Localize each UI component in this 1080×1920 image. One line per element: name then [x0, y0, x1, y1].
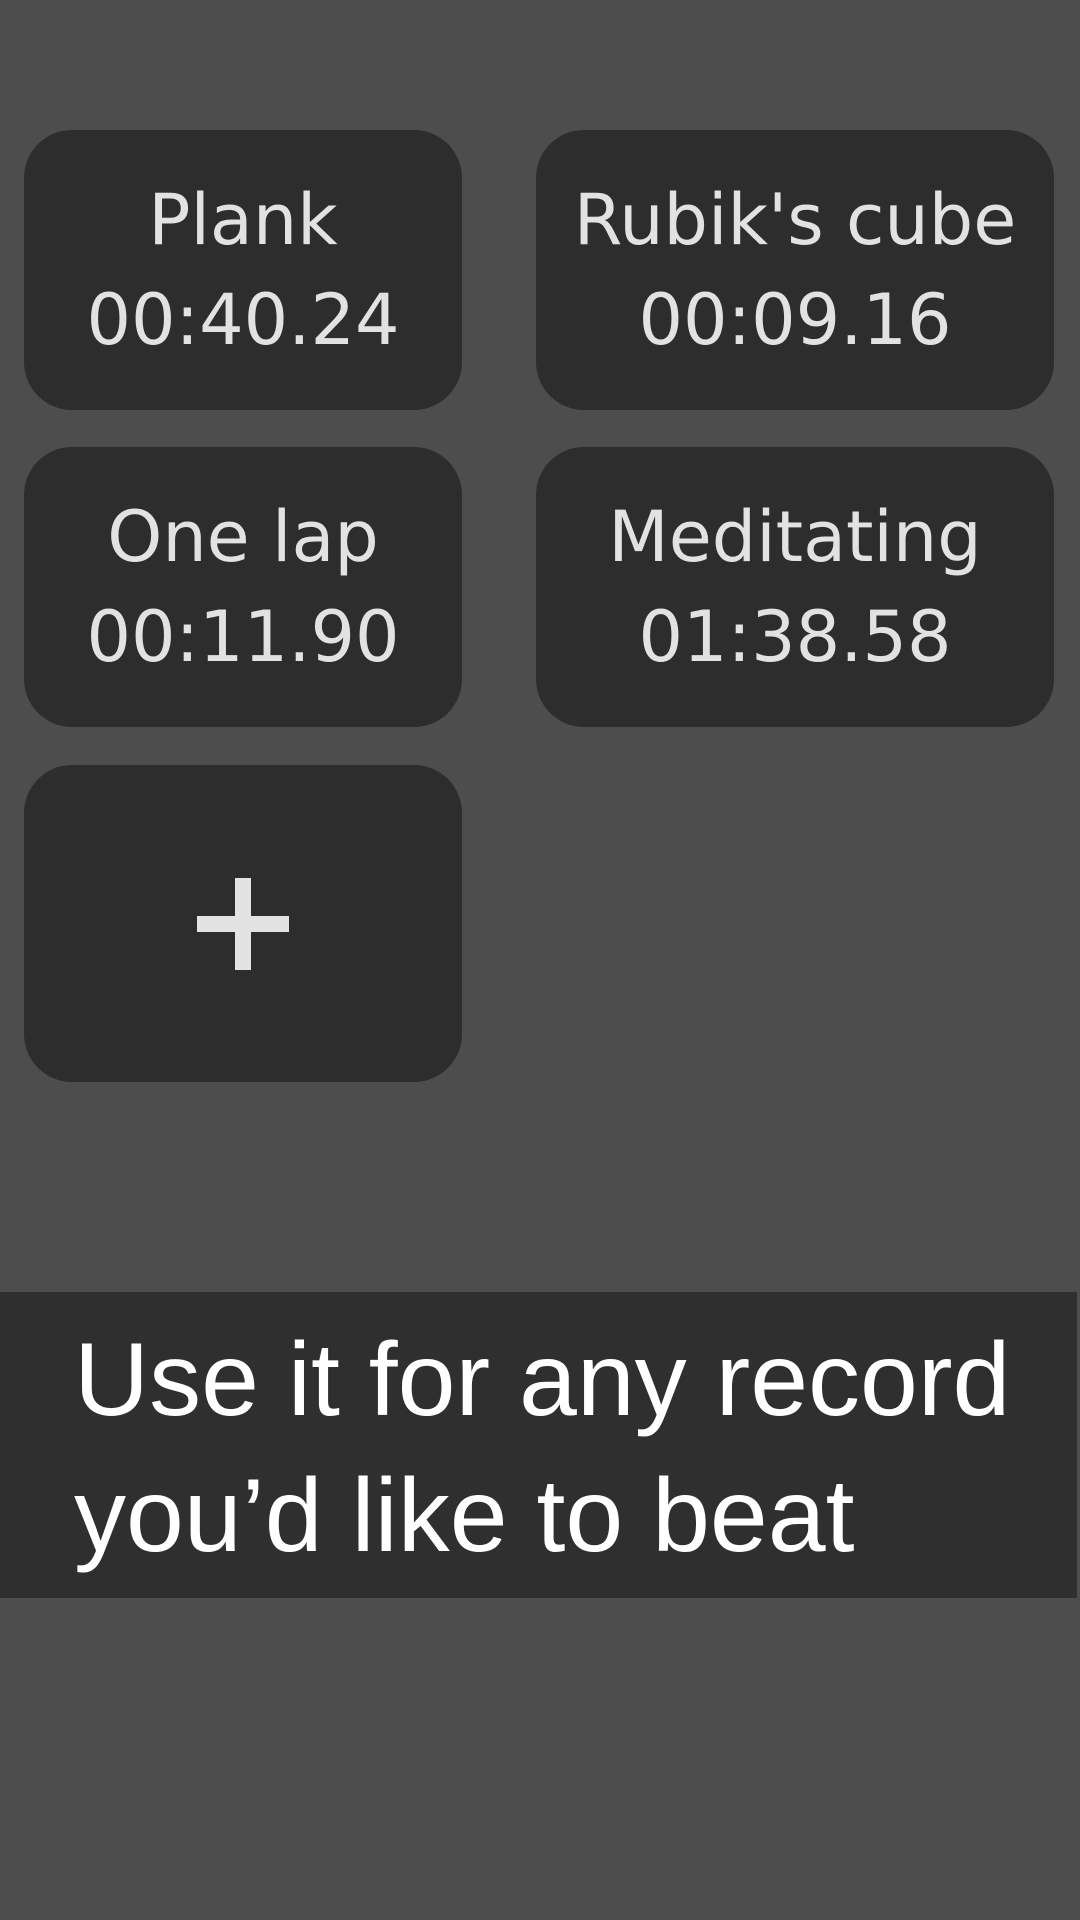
record-card-one-lap[interactable]: One lap 00:11.90 — [24, 447, 462, 727]
record-card-rubiks-cube[interactable]: Rubik's cube 00:09.16 — [536, 130, 1054, 410]
record-name: One lap — [107, 496, 379, 578]
add-record-button[interactable] — [24, 765, 462, 1082]
record-card-plank[interactable]: Plank 00:40.24 — [24, 130, 462, 410]
record-time: 00:40.24 — [86, 279, 400, 361]
record-name: Rubik's cube — [573, 179, 1017, 261]
record-card-meditating[interactable]: Meditating 01:38.58 — [536, 447, 1054, 727]
record-time: 00:11.90 — [86, 596, 400, 678]
record-name: Plank — [148, 179, 338, 261]
record-time: 00:09.16 — [638, 279, 952, 361]
record-name: Meditating — [608, 496, 982, 578]
promo-banner: Use it for any record you’d like to beat — [0, 1292, 1077, 1598]
banner-text-line-2: you’d like to beat — [74, 1458, 855, 1574]
banner-text-line-1: Use it for any record — [74, 1322, 1011, 1438]
record-time: 01:38.58 — [638, 596, 952, 678]
plus-icon — [197, 877, 289, 970]
